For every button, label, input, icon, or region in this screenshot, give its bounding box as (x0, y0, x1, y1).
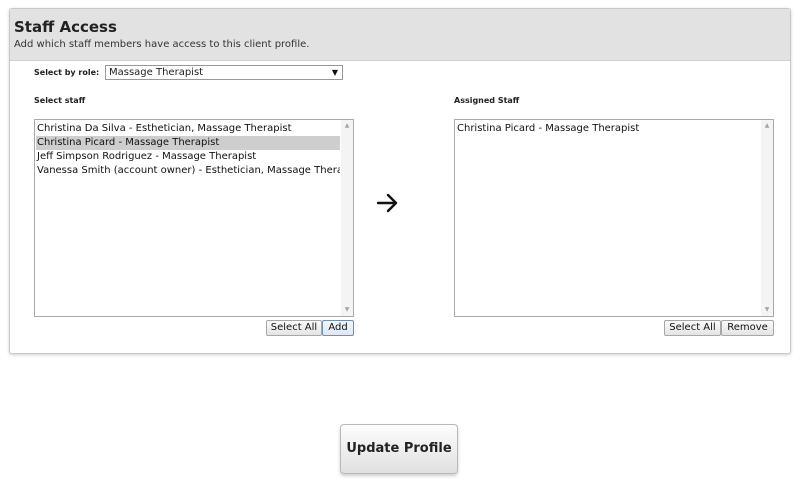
scroll-down-icon[interactable]: ▼ (341, 305, 353, 315)
dropdown-arrow-icon: ▼ (331, 68, 338, 77)
scroll-up-icon[interactable]: ▲ (761, 121, 773, 131)
panel-title: Staff Access (14, 18, 117, 36)
list-item[interactable]: Christina Picard - Massage Therapist (456, 122, 760, 136)
add-button[interactable]: Add (322, 320, 354, 336)
assigned-staff-listbox[interactable]: Christina Picard - Massage Therapist ▲ ▼ (454, 119, 774, 317)
role-select[interactable]: Massage Therapist ▼ (105, 65, 343, 80)
assigned-staff-scrollbar[interactable]: ▲ ▼ (761, 120, 773, 316)
list-item[interactable]: Christina Picard - Massage Therapist (36, 136, 340, 150)
update-profile-button[interactable]: Update Profile (340, 424, 458, 474)
select-staff-label: Select staff (34, 96, 86, 105)
assigned-staff-label: Assigned Staff (454, 96, 520, 105)
list-item[interactable]: Vanessa Smith (account owner) - Esthetic… (36, 164, 340, 178)
select-all-button[interactable]: Select All (266, 320, 322, 336)
role-select-value: Massage Therapist (109, 67, 204, 78)
select-staff-scrollbar[interactable]: ▲ ▼ (341, 120, 353, 316)
role-select-label: Select by role: (34, 68, 100, 77)
assigned-select-all-button[interactable]: Select All (664, 320, 721, 336)
panel-subtitle: Add which staff members have access to t… (14, 39, 310, 50)
select-staff-listbox[interactable]: Christina Da Silva - Esthetician, Massag… (34, 119, 354, 317)
right-arrow-icon (376, 193, 398, 213)
scroll-down-icon[interactable]: ▼ (761, 305, 773, 315)
remove-button[interactable]: Remove (721, 320, 774, 336)
list-item[interactable]: Jeff Simpson Rodriguez - Massage Therapi… (36, 150, 340, 164)
panel-header: Staff Access Add which staff members hav… (10, 9, 790, 61)
list-item[interactable]: Christina Da Silva - Esthetician, Massag… (36, 122, 340, 136)
scroll-up-icon[interactable]: ▲ (341, 121, 353, 131)
